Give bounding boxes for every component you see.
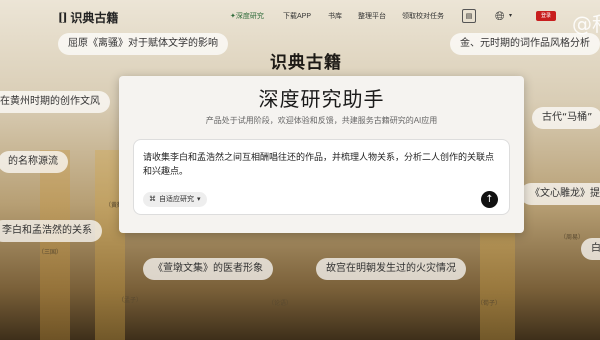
suggestion-pill[interactable]: 李白和孟浩然的关系: [0, 220, 102, 242]
login-button[interactable]: 登录: [536, 11, 556, 21]
suggestion-pill[interactable]: 金、元时期的词作品风格分析: [450, 33, 600, 55]
deep-research-dialog: 深度研究助手 产品处于试用阶段，欢迎体验和反馈，共建服务古籍研究的AI应用 请收…: [119, 76, 524, 233]
chevron-down-icon[interactable]: ▾: [509, 12, 512, 19]
book-icon[interactable]: ▤: [462, 9, 476, 23]
send-arrow-icon: ↑: [485, 194, 494, 205]
suggestion-pill[interactable]: 的名称源流: [0, 151, 68, 173]
book-caption: （孟子）: [118, 298, 143, 304]
hero-title: 识典古籍: [270, 53, 342, 73]
logo-text: 识典古籍: [70, 11, 119, 25]
query-input[interactable]: 请收集李白和孟浩然之间互相酬唱往还的作品，并梳理人物关系，分析二人创作的关联点和…: [133, 139, 510, 215]
book-caption: （论语）: [268, 301, 293, 307]
book-caption: （周易）: [560, 235, 585, 241]
dialog-subtitle: 产品处于试用阶段，欢迎体验和反馈，共建服务古籍研究的AI应用: [205, 116, 438, 125]
send-button[interactable]: ↑: [481, 191, 498, 208]
globe-icon[interactable]: 🌐︎: [495, 9, 505, 24]
book-caption: （荀子）: [477, 301, 502, 307]
research-mode-dropdown[interactable]: ⌘ 自适应研究 ▾: [143, 192, 207, 207]
book-caption: （三国）: [38, 250, 63, 256]
query-text[interactable]: 请收集李白和孟浩然之间互相酬唱往还的作品，并梳理人物关系，分析二人创作的关联点和…: [143, 150, 499, 178]
logo[interactable]: [] 识典古籍: [58, 9, 118, 26]
nav-download-app[interactable]: 下载APP: [283, 11, 311, 21]
top-bar: [] 识典古籍 ✦深度研究 下载APP 书库 整理平台 领取校对任务 ▤ 🌐︎ …: [0, 0, 600, 36]
suggestion-pill[interactable]: 《萱墩文集》的医者形象: [143, 258, 273, 280]
suggestion-pill[interactable]: 白: [581, 238, 600, 260]
nav-library[interactable]: 书库: [328, 11, 342, 21]
logo-mark: []: [58, 11, 67, 24]
chevron-down-icon: ▾: [197, 195, 201, 203]
suggestion-pill[interactable]: 古代“马桶”: [532, 107, 600, 129]
nav-platform[interactable]: 整理平台: [358, 11, 386, 21]
dialog-title: 深度研究助手: [258, 87, 385, 111]
nav-label: 深度研究: [235, 13, 264, 20]
nav-deep-research[interactable]: ✦深度研究: [230, 11, 264, 21]
research-icon: ⌘: [149, 195, 156, 203]
nav-proofread-task[interactable]: 领取校对任务: [402, 11, 444, 21]
suggestion-pill[interactable]: 屈原《离骚》对于赋体文学的影响: [58, 33, 228, 55]
mode-label: 自适应研究: [159, 195, 194, 203]
suggestion-pill[interactable]: 在黄州时期的创作文风: [0, 91, 110, 113]
suggestion-pill[interactable]: 《文心雕龙》提到: [520, 183, 600, 205]
suggestion-pill[interactable]: 故宫在明朝发生过的火灾情况: [316, 258, 466, 280]
